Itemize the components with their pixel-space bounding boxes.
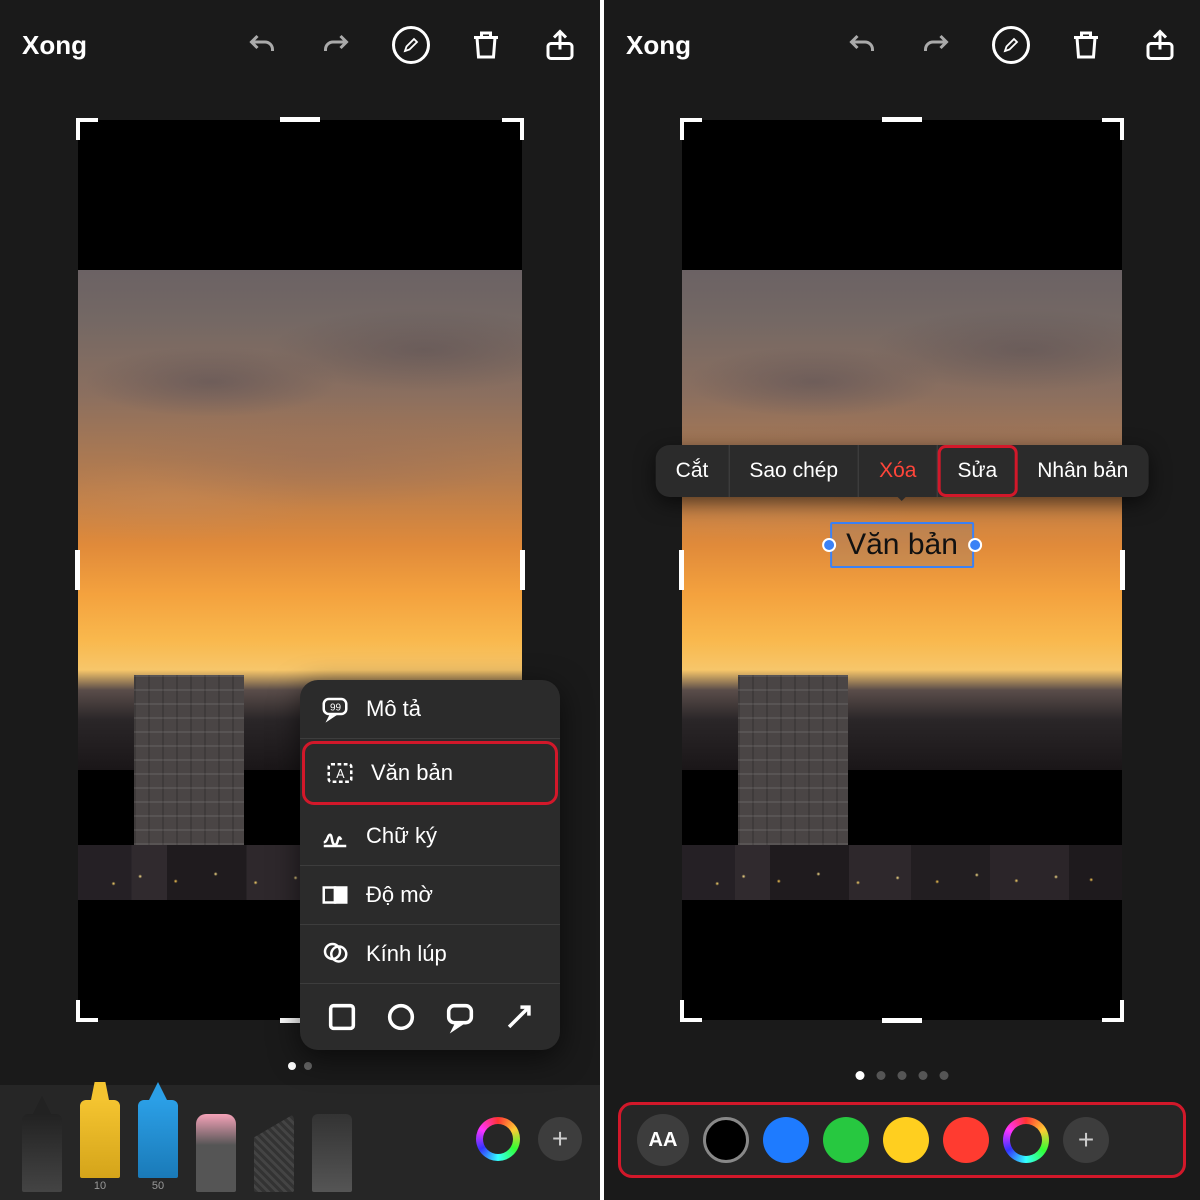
popup-magnifier-label: Kính lúp bbox=[366, 941, 447, 967]
text-handle-right[interactable] bbox=[968, 538, 982, 552]
share-icon[interactable] bbox=[1142, 27, 1178, 63]
color-swatch-blue[interactable] bbox=[763, 1117, 809, 1163]
context-cut[interactable]: Cắt bbox=[656, 445, 730, 497]
add-button[interactable]: + bbox=[1063, 1117, 1109, 1163]
crop-handle-top[interactable] bbox=[882, 117, 922, 122]
magnifier-icon bbox=[320, 939, 350, 969]
redo-icon[interactable] bbox=[918, 27, 954, 63]
crop-handle-left[interactable] bbox=[679, 550, 684, 590]
popup-shapes bbox=[300, 984, 560, 1050]
crop-handle-br[interactable] bbox=[1102, 1000, 1124, 1022]
add-button[interactable]: + bbox=[538, 1117, 582, 1161]
crop-handle-right[interactable] bbox=[520, 550, 525, 590]
crop-handle-tl[interactable] bbox=[680, 118, 702, 140]
context-edit[interactable]: Sửa bbox=[937, 445, 1017, 497]
crop-handle-tr[interactable] bbox=[1102, 118, 1124, 140]
left-pane: Xong 99 Mô tả A Văn bản bbox=[0, 0, 600, 1200]
shape-speech-icon[interactable] bbox=[443, 1000, 477, 1034]
signature-icon bbox=[320, 821, 350, 851]
trash-icon[interactable] bbox=[468, 27, 504, 63]
text-handle-left[interactable] bbox=[822, 538, 836, 552]
speech-bubble-icon: 99 bbox=[320, 694, 350, 724]
share-icon[interactable] bbox=[542, 27, 578, 63]
image-canvas[interactable] bbox=[682, 120, 1122, 1020]
crop-handle-top[interactable] bbox=[280, 117, 320, 122]
crop-handle-left[interactable] bbox=[75, 550, 80, 590]
eraser-tool[interactable] bbox=[192, 1114, 240, 1192]
crop-handle-right[interactable] bbox=[1120, 550, 1125, 590]
shape-circle-icon[interactable] bbox=[384, 1000, 418, 1034]
page-dots bbox=[288, 1062, 312, 1070]
context-delete[interactable]: Xóa bbox=[859, 445, 937, 497]
crop-handle-tl[interactable] bbox=[76, 118, 98, 140]
toolbar: Xong bbox=[0, 0, 600, 90]
done-button[interactable]: Xong bbox=[22, 30, 87, 61]
popup-opacity[interactable]: Độ mờ bbox=[300, 866, 560, 925]
photo-building bbox=[738, 675, 848, 865]
lasso-tool[interactable] bbox=[250, 1114, 298, 1192]
color-swatch-black[interactable] bbox=[703, 1117, 749, 1163]
page-dots bbox=[856, 1071, 949, 1080]
trash-icon[interactable] bbox=[1068, 27, 1104, 63]
popup-text-label: Văn bản bbox=[371, 760, 453, 786]
crop-handle-bottom[interactable] bbox=[882, 1018, 922, 1023]
color-swatch-green[interactable] bbox=[823, 1117, 869, 1163]
right-pane: Xong Cắt Sao chép Xóa Sửa Nhân bản Văn b bbox=[600, 0, 1200, 1200]
markup-icon[interactable] bbox=[392, 26, 430, 64]
undo-icon[interactable] bbox=[844, 27, 880, 63]
text-box-icon: A bbox=[325, 758, 355, 788]
popup-opacity-label: Độ mờ bbox=[366, 882, 433, 908]
context-menu: Cắt Sao chép Xóa Sửa Nhân bản bbox=[656, 445, 1149, 497]
add-popup: 99 Mô tả A Văn bản Chữ ký Độ mờ Kính lúp bbox=[300, 680, 560, 1050]
popup-describe[interactable]: 99 Mô tả bbox=[300, 680, 560, 739]
done-button[interactable]: Xong bbox=[626, 30, 691, 61]
photo-building bbox=[134, 675, 244, 865]
shape-square-icon[interactable] bbox=[325, 1000, 359, 1034]
highlighter-tool[interactable]: 10 bbox=[76, 1082, 124, 1192]
font-button[interactable]: AA bbox=[637, 1114, 689, 1166]
svg-text:A: A bbox=[336, 767, 345, 781]
text-annotation[interactable]: Văn bản bbox=[830, 522, 974, 568]
popup-signature[interactable]: Chữ ký bbox=[300, 807, 560, 866]
shape-arrow-icon[interactable] bbox=[502, 1000, 536, 1034]
photo-lights bbox=[682, 850, 1122, 898]
ruler-tool[interactable] bbox=[308, 1114, 356, 1192]
popup-text[interactable]: A Văn bản bbox=[302, 741, 558, 805]
crop-handle-bl[interactable] bbox=[680, 1000, 702, 1022]
popup-magnifier[interactable]: Kính lúp bbox=[300, 925, 560, 984]
undo-icon[interactable] bbox=[244, 27, 280, 63]
crop-handle-bl[interactable] bbox=[76, 1000, 98, 1022]
svg-text:99: 99 bbox=[330, 702, 342, 713]
pen-tool[interactable] bbox=[18, 1096, 66, 1192]
opacity-icon bbox=[320, 880, 350, 910]
pencil-size: 50 bbox=[152, 1180, 164, 1192]
photo-clouds bbox=[78, 270, 522, 590]
markup-icon[interactable] bbox=[992, 26, 1030, 64]
context-copy[interactable]: Sao chép bbox=[729, 445, 859, 497]
redo-icon[interactable] bbox=[318, 27, 354, 63]
color-picker-icon[interactable] bbox=[1003, 1117, 1049, 1163]
context-duplicate[interactable]: Nhân bản bbox=[1017, 445, 1148, 497]
popup-signature-label: Chữ ký bbox=[366, 823, 437, 849]
pencil-tool[interactable]: 50 bbox=[134, 1082, 182, 1192]
color-swatch-red[interactable] bbox=[943, 1117, 989, 1163]
crop-handle-tr[interactable] bbox=[502, 118, 524, 140]
highlighter-size: 10 bbox=[94, 1180, 106, 1192]
color-picker-icon[interactable] bbox=[476, 1117, 520, 1161]
markup-tool-tray: 10 50 + bbox=[0, 1085, 600, 1200]
text-style-tray: AA + bbox=[618, 1102, 1186, 1178]
popup-describe-label: Mô tả bbox=[366, 696, 421, 722]
color-swatch-yellow[interactable] bbox=[883, 1117, 929, 1163]
text-annotation-value: Văn bản bbox=[846, 528, 958, 561]
toolbar: Xong bbox=[604, 0, 1200, 90]
